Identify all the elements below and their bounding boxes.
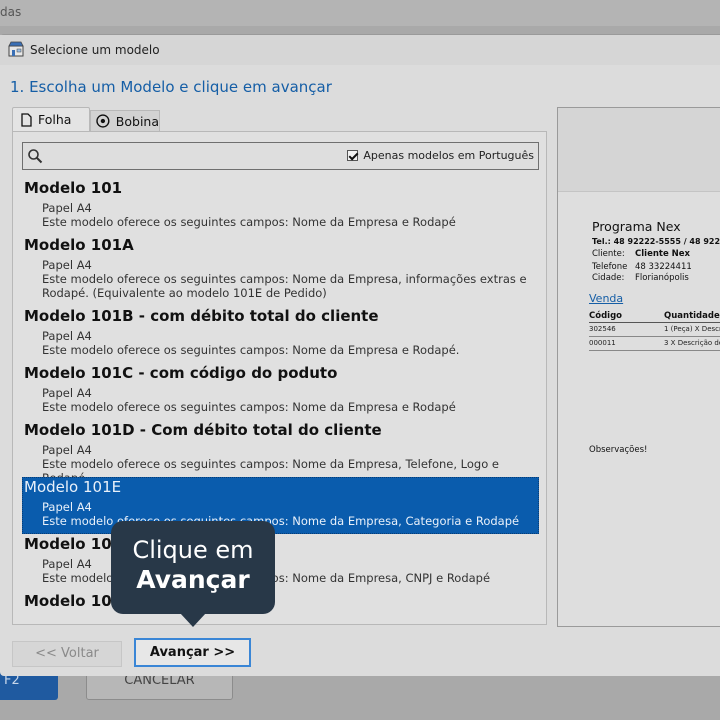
list-item[interactable]: Modelo 101F Papel A4 Este modelo oferece… <box>22 534 539 591</box>
store-icon <box>8 41 24 57</box>
model-paper: Papel A4 <box>24 440 539 457</box>
preview-row1-code: 302546 <box>589 325 616 333</box>
tooltip-arrow <box>180 613 206 627</box>
preview-col-code: Código <box>589 311 622 321</box>
preview-client-label: Cliente: <box>592 249 635 259</box>
preview-row1-desc: 1 (Peça) X Descr <box>664 325 720 333</box>
preview-divider <box>589 350 720 351</box>
tab-bobina[interactable]: Bobina <box>90 110 160 131</box>
tab-folha-label: Folha <box>38 112 71 127</box>
model-desc: Este modelo oferece os seguintes campos:… <box>24 514 539 528</box>
preview-header-area <box>558 108 720 192</box>
preview-notes: Observações! <box>589 445 647 455</box>
tab-bobina-label: Bobina <box>116 114 159 129</box>
model-desc: Este modelo oferece os seguintes campos:… <box>24 571 539 585</box>
list-item[interactable]: Modelo 101 Papel A4 Este modelo oferece … <box>22 178 539 235</box>
preview-city-row: Cidade: Florianópolis <box>592 273 689 283</box>
model-desc: Este modelo oferece os seguintes campos:… <box>24 272 539 286</box>
model-name: Modelo 101B - com débito total do client… <box>24 306 539 326</box>
model-paper: Papel A4 <box>24 255 539 272</box>
list-item[interactable]: Modelo 101D - Com débito total do client… <box>22 420 539 477</box>
model-name: Modelo 101E <box>24 477 539 497</box>
tooltip-line2: Avançar <box>111 565 275 595</box>
roll-icon <box>96 114 110 128</box>
model-paper: Papel A4 <box>24 383 539 400</box>
model-name: Modelo 101F <box>24 534 539 554</box>
preview-section-title: Venda <box>589 292 623 305</box>
search-input[interactable]: Apenas modelos em Português <box>22 142 539 170</box>
list-item-selected[interactable]: Modelo 101E Papel A4 Este modelo oferece… <box>22 477 539 534</box>
list-item[interactable]: Modelo 101C - com código do poduto Papel… <box>22 363 539 420</box>
preview-row2-desc: 3 X Descrição de <box>664 339 720 347</box>
preview-divider <box>589 336 720 337</box>
dialog-title: Selecione um modelo <box>30 43 160 57</box>
model-preview: Programa Nex Tel.: 48 92222-5555 / 48 92… <box>557 107 720 627</box>
preview-row2-code: 000011 <box>589 339 616 347</box>
tab-folha[interactable]: Folha <box>12 107 90 131</box>
preview-client-row: Cliente: Cliente Nex <box>592 249 690 259</box>
model-name: Modelo 101A <box>24 235 539 255</box>
dialog-titlebar: Selecione um modelo <box>0 35 720 65</box>
preview-phone-row: Telefone 48 33224411 <box>592 262 692 272</box>
preview-phone-line: Tel.: 48 92222-5555 / 48 92222 <box>592 237 720 246</box>
model-desc: Rodapé. (Equivalente ao modelo 101E de P… <box>24 286 539 300</box>
model-paper: Papel A4 <box>24 554 539 571</box>
page-icon <box>21 113 32 127</box>
model-name: Modelo 101D - Com débito total do client… <box>24 420 539 440</box>
model-paper: Papel A4 <box>24 326 539 343</box>
checkbox-box[interactable] <box>347 150 358 161</box>
list-item[interactable]: Modelo 101A Papel A4 Este modelo oferece… <box>22 235 539 306</box>
model-name: Modelo 101 <box>24 178 539 198</box>
preview-divider <box>589 322 720 323</box>
back-button[interactable]: << Voltar <box>12 641 122 667</box>
preview-client-value: Cliente Nex <box>635 249 690 259</box>
model-desc: Este modelo oferece os seguintes campos:… <box>24 400 539 414</box>
model-name: Modelo 101G <box>24 591 539 611</box>
select-model-dialog: Selecione um modelo 1. Escolha um Modelo… <box>0 34 720 676</box>
preview-company: Programa Nex <box>592 219 681 234</box>
models-list[interactable]: Modelo 101 Papel A4 Este modelo oferece … <box>22 178 539 622</box>
portuguese-only-checkbox[interactable]: Apenas modelos em Português <box>347 149 534 162</box>
list-item[interactable]: Modelo 101G <box>22 591 539 622</box>
tooltip-line1: Clique em <box>111 521 275 565</box>
models-panel: Apenas modelos em Português Modelo 101 P… <box>12 131 547 625</box>
hint-tooltip: Clique em Avançar <box>111 521 275 614</box>
next-button[interactable]: Avançar >> <box>134 638 251 667</box>
model-paper: Papel A4 <box>24 497 539 514</box>
checkbox-label: Apenas modelos em Português <box>363 149 534 162</box>
model-name: Modelo 101C - com código do poduto <box>24 363 539 383</box>
background-topbar: das <box>0 0 720 26</box>
model-desc: Este modelo oferece os seguintes campos:… <box>24 215 539 229</box>
preview-phone-label: Telefone <box>592 262 635 272</box>
preview-city-value: Florianópolis <box>635 273 689 283</box>
background-title: das <box>0 5 21 19</box>
list-item[interactable]: Modelo 101B - com débito total do client… <box>22 306 539 363</box>
model-desc: Este modelo oferece os seguintes campos:… <box>24 343 539 357</box>
preview-col-qty: Quantidade X <box>664 311 720 321</box>
preview-city-label: Cidade: <box>592 273 635 283</box>
search-icon <box>27 148 43 164</box>
model-paper: Papel A4 <box>24 198 539 215</box>
step-heading: 1. Escolha um Modelo e clique em avançar <box>10 78 332 96</box>
preview-phone-value: 48 33224411 <box>635 262 692 272</box>
